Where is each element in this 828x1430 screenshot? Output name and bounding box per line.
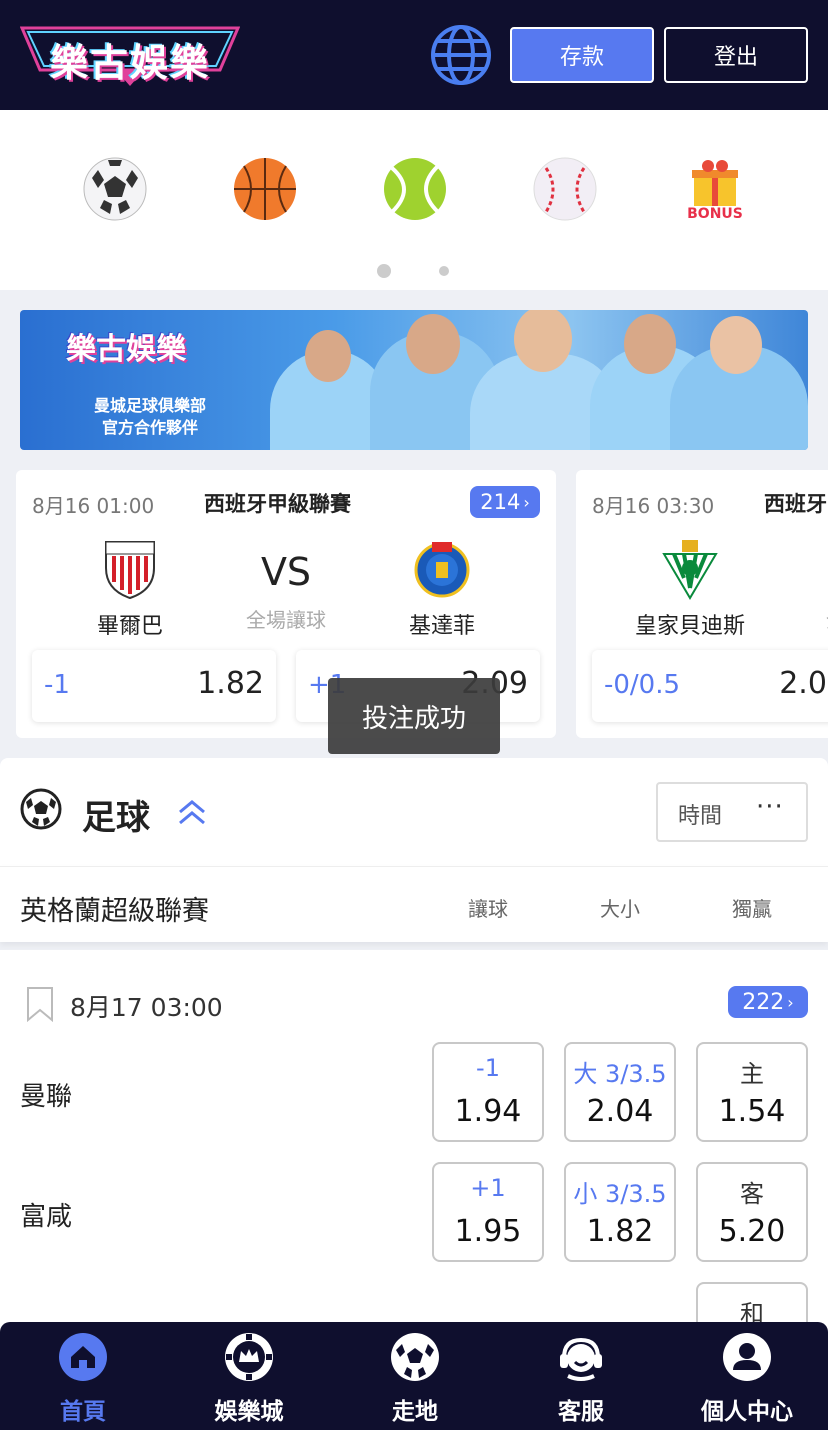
- soccer-ball-icon[interactable]: [82, 156, 148, 222]
- carousel-dot[interactable]: [439, 266, 449, 276]
- language-globe-icon[interactable]: [430, 24, 492, 86]
- odds-cell-moneyline-home[interactable]: 主 1.54: [696, 1042, 808, 1142]
- user-icon: [722, 1332, 772, 1382]
- odds-cell-under[interactable]: 小 3/3.5 1.82: [564, 1162, 676, 1262]
- handicap-label: -1: [44, 670, 70, 700]
- more-bets-badge[interactable]: 222 ›: [728, 986, 808, 1018]
- basketball-icon[interactable]: [232, 156, 298, 222]
- odds-cell-label: 小 3/3.5: [573, 1180, 667, 1208]
- promo-banner[interactable]: 樂古娛樂 曼城足球俱樂部 官方合作夥伴: [20, 310, 808, 450]
- nav-label: 個人中心: [701, 1399, 793, 1425]
- soccer-section-header: 足球 時間 ···: [0, 758, 828, 866]
- banner-logo-text: 樂古娛樂: [66, 332, 186, 367]
- column-header-over-under: 大小: [600, 897, 640, 921]
- nav-label: 娛樂城: [214, 1399, 284, 1425]
- tennis-ball-icon[interactable]: [382, 156, 448, 222]
- carousel-dot-active[interactable]: [377, 264, 391, 278]
- league-name: 西班牙: [764, 492, 827, 516]
- odds-cell-over[interactable]: 大 3/3.5 2.04: [564, 1042, 676, 1142]
- bookmark-icon[interactable]: [26, 986, 54, 1023]
- league-header-row[interactable]: 英格蘭超級聯賽 讓球 大小 獨贏: [0, 866, 828, 942]
- odds-cell-value: 1.94: [454, 1094, 522, 1129]
- top-header: 樂古娛樂 存款 登出: [0, 0, 828, 110]
- nav-label: 客服: [558, 1399, 604, 1425]
- nav-label: 首頁: [60, 1399, 106, 1425]
- odds-cell-value: 1.95: [454, 1214, 522, 1249]
- home-team-name: 曼聯: [20, 1082, 73, 1112]
- odds-cell-value: 5.20: [718, 1214, 786, 1249]
- logout-button[interactable]: 登出: [664, 27, 808, 83]
- support-icon: [556, 1332, 606, 1382]
- chevron-double-up-icon[interactable]: [176, 796, 208, 828]
- home-team-name: 畢爾巴: [96, 614, 163, 639]
- sort-label: 時間: [678, 804, 723, 829]
- odds-cell-label: 主: [740, 1060, 764, 1088]
- match-time: 8月16 01:00: [32, 494, 155, 518]
- odds-cell-value: 1.54: [718, 1094, 786, 1129]
- home-team-name: 皇家貝迪斯: [634, 614, 745, 639]
- nav-profile[interactable]: 個人中心: [664, 1322, 828, 1430]
- more-bets-badge[interactable]: 214 ›: [470, 486, 540, 518]
- odds-value: 1.82: [197, 666, 264, 701]
- nav-home[interactable]: 首頁: [0, 1322, 166, 1430]
- deposit-button[interactable]: 存款: [510, 27, 654, 83]
- banner-line-2: 官方合作夥伴: [101, 418, 198, 437]
- sport-category-strip: BONUS: [0, 110, 828, 290]
- match-time: 8月16 03:30: [592, 494, 715, 518]
- away-team-name: 富咸: [20, 1202, 73, 1232]
- match-list: 8月17 03:00 222 › 曼聯 -1 1.94 大 3/3.5 2.04…: [0, 950, 828, 1382]
- chevron-right-icon: ›: [787, 992, 794, 1012]
- odds-button[interactable]: -1 1.82: [32, 650, 276, 722]
- bonus-gift-icon[interactable]: BONUS: [682, 156, 748, 222]
- logo-text: 樂古娛樂: [49, 41, 210, 85]
- brand-logo[interactable]: 樂古娛樂: [19, 22, 241, 88]
- more-bets-count: 214: [480, 490, 521, 514]
- casino-icon: [224, 1332, 274, 1382]
- nav-label: 走地: [392, 1399, 438, 1425]
- odds-cell-handicap-home[interactable]: -1 1.94: [432, 1042, 544, 1142]
- odds-cell-label: 大 3/3.5: [573, 1060, 667, 1088]
- league-name: 英格蘭超級聯賽: [20, 896, 209, 927]
- baseball-icon[interactable]: [532, 156, 598, 222]
- odds-cell-label: 客: [740, 1180, 764, 1208]
- athletic-bilbao-crest-icon: [102, 538, 158, 600]
- bet-type-label: 全場讓球: [246, 608, 326, 632]
- match-time: 8月17 03:00: [70, 993, 223, 1022]
- featured-match-card[interactable]: 8月16 03:30 西班牙 皇家貝迪斯 V 全場 -0/0.5 2.08: [576, 470, 828, 738]
- bottom-navigation: 首頁 娛樂城 走地 客服 個人中心: [0, 1322, 828, 1430]
- nav-support[interactable]: 客服: [498, 1322, 664, 1430]
- more-bets-count: 222: [742, 989, 785, 1015]
- odds-value: 2.08: [779, 666, 828, 701]
- vs-label: VS: [260, 550, 312, 594]
- odds-cell-label: +1: [470, 1174, 506, 1202]
- soccer-ball-icon: [20, 788, 62, 830]
- section-title: 足球: [82, 798, 150, 838]
- nav-live[interactable]: 走地: [332, 1322, 498, 1430]
- handicap-label: -0/0.5: [604, 670, 681, 700]
- getafe-crest-icon: [414, 538, 470, 600]
- bet-type-label: 全場: [766, 604, 828, 633]
- odds-cell-moneyline-away[interactable]: 客 5.20: [696, 1162, 808, 1262]
- odds-cell-label: -1: [476, 1054, 500, 1082]
- odds-cell-handicap-away[interactable]: +1 1.95: [432, 1162, 544, 1262]
- banner-line-1: 曼城足球俱樂部: [93, 396, 206, 415]
- sort-dropdown[interactable]: 時間 ···: [656, 782, 808, 842]
- more-options-icon: ···: [756, 792, 784, 822]
- column-header-moneyline: 獨贏: [732, 897, 772, 921]
- chevron-right-icon: ›: [523, 492, 530, 512]
- odds-button[interactable]: -0/0.5 2.08: [592, 650, 828, 722]
- odds-cell-value: 2.04: [586, 1094, 654, 1129]
- league-name: 西班牙甲級聯賽: [204, 492, 351, 516]
- real-betis-crest-icon: [662, 538, 718, 600]
- odds-cell-value: 1.82: [586, 1214, 654, 1249]
- nav-casino[interactable]: 娛樂城: [166, 1322, 332, 1430]
- away-team-name: 基達菲: [408, 614, 475, 639]
- vs-label: V: [766, 550, 828, 594]
- toast-message: 投注成功: [328, 678, 500, 754]
- home-icon: [58, 1332, 108, 1382]
- column-header-handicap: 讓球: [468, 897, 508, 921]
- bonus-label: BONUS: [687, 206, 743, 222]
- live-soccer-icon: [390, 1332, 440, 1382]
